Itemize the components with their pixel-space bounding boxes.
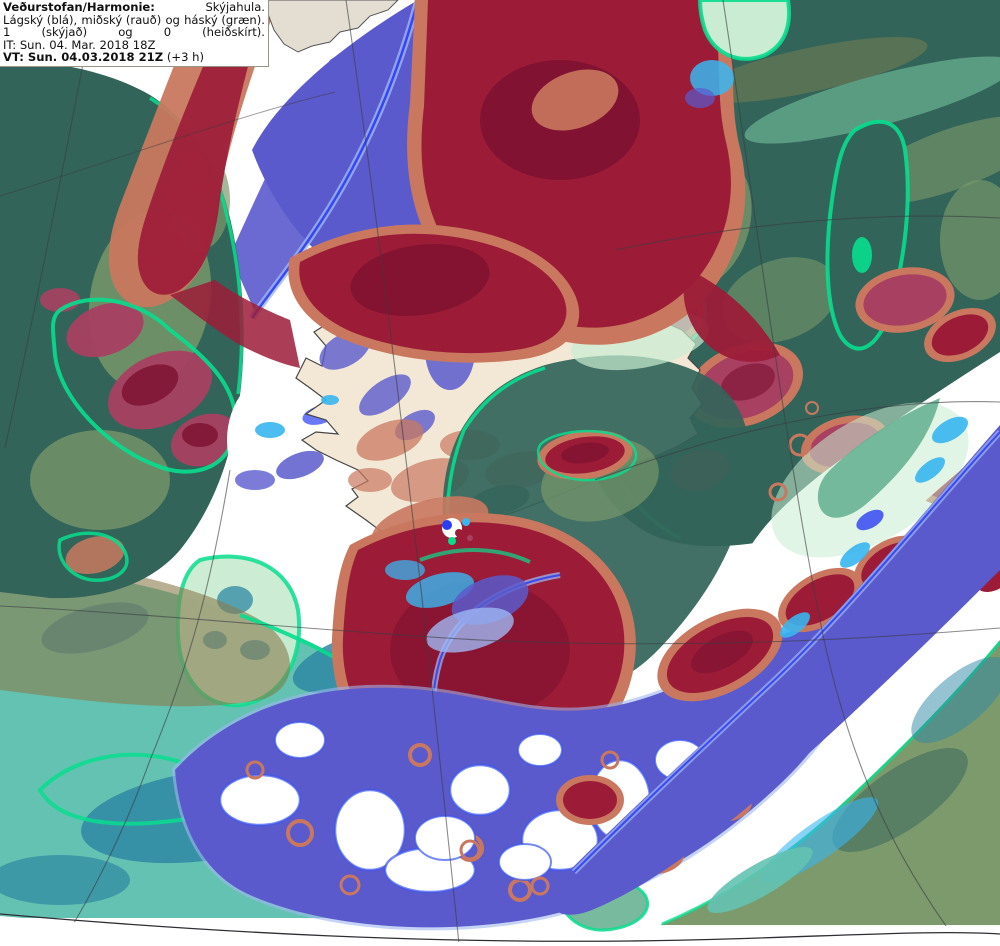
variable-label: Skýjahula. (205, 0, 265, 14)
scale-zero: 0 (163, 25, 172, 39)
valid-time-row: VT: Sun. 04.03.2018 21Z (+3 h) (3, 51, 265, 64)
legend-title-row: Veðurstofan/Harmonie: Skýjahula. (3, 1, 265, 14)
valid-offset: (+3 h) (166, 50, 204, 64)
legend-box: Veðurstofan/Harmonie: Skýjahula. Lágský … (0, 0, 269, 67)
valid-time: VT: Sun. 04.03.2018 21Z (3, 50, 164, 64)
legend-scale-row: 1 (skýjað) og 0 (heiðskírt). (3, 26, 265, 39)
model-source-label: Veðurstofan/Harmonie: (3, 0, 155, 14)
scale-one: 1 (3, 25, 11, 39)
scale-cloudy: (skýjað) (41, 25, 88, 39)
scale-and: og (118, 25, 133, 39)
weather-map-stage: Veðurstofan/Harmonie: Skýjahula. Lágský … (0, 0, 1000, 946)
scale-clear: (heiðskírt). (202, 25, 265, 39)
weather-map (0, 0, 1000, 946)
